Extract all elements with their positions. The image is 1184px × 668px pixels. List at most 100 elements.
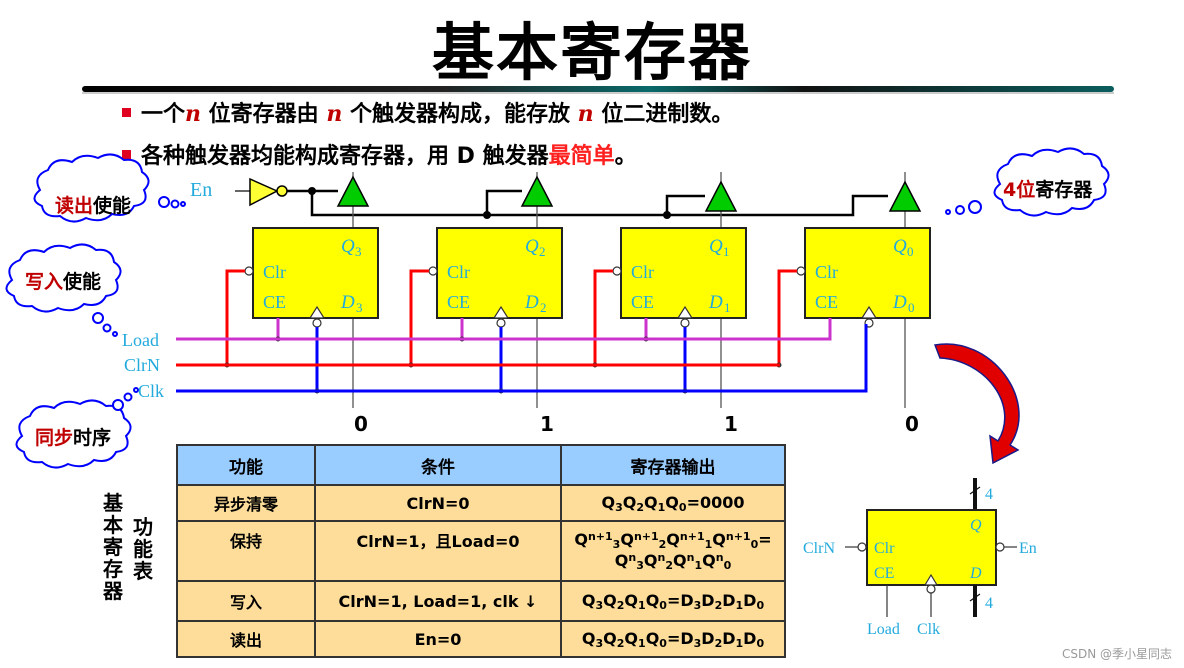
side-char: 存	[103, 557, 123, 581]
table-row: 异步清零 ClrN=0 Q3Q2Q1Q0=0000	[176, 484, 786, 522]
side-char: 功	[133, 515, 153, 539]
symbol-clr-label: Clr	[874, 540, 895, 557]
cell-function: 写入	[176, 580, 316, 622]
flipflop-d-subscript: 0	[908, 300, 915, 315]
side-char: 寄	[103, 535, 123, 559]
symbol-clrn-label: ClrN	[803, 540, 835, 557]
inverter-bubble	[276, 185, 288, 197]
signal-label-en: En	[190, 179, 212, 201]
function-table: 功能 条件 寄存器输出 异步清零 ClrN=0 Q3Q2Q1Q0=0000 保持…	[176, 444, 786, 658]
register-symbol: 4 Q Clr CE D ClrN En Load Clk 4	[803, 478, 1037, 638]
bus-width-top: 4	[985, 486, 993, 503]
flipflop-q-label: Q	[525, 236, 539, 257]
clrn-branch-wire	[593, 269, 613, 365]
cell-output: Q3Q2Q1Q0=0000	[560, 484, 786, 522]
callout-four-bit: 4位寄存器	[1003, 175, 1092, 202]
clock-bubble	[312, 318, 322, 328]
flipflop-q-subscript: 1	[723, 244, 730, 259]
bit-value-0: 0	[905, 412, 919, 436]
flipflop-ce-label: CE	[447, 292, 470, 312]
flipflop-ce-label: CE	[631, 292, 654, 312]
clr-bubble	[796, 266, 806, 276]
cell-function: 异步清零	[176, 484, 316, 522]
tristate-buffer-icon	[336, 175, 370, 207]
cell-output: Q3Q2Q1Q0=D3D2D1D0	[560, 620, 786, 658]
callout-text: 使能	[93, 195, 132, 217]
cell-condition: En=0	[314, 620, 562, 658]
flipflop-q-subscript: 2	[539, 244, 546, 259]
clrn-branch-wire	[225, 269, 245, 365]
clrn-branch-wire	[409, 269, 429, 365]
callout-red-text: 写入	[25, 271, 64, 293]
callout-read-enable: 读出使能	[55, 191, 131, 218]
tristate-buffer-icon	[704, 180, 738, 212]
clrn-branch-wire	[777, 269, 797, 365]
side-char: 器	[103, 579, 123, 603]
en-branch-wire	[665, 194, 705, 215]
callout-red-text: 读出	[55, 195, 94, 217]
callout-red-text: 同步	[35, 427, 74, 449]
clr-bubble	[612, 266, 622, 276]
bus-width-bottom: 4	[985, 595, 993, 612]
header-output: 寄存器输出	[560, 444, 786, 486]
flipflop-d-label: D	[524, 292, 539, 313]
en-branch-wire	[485, 189, 522, 215]
symbol-d-label: D	[969, 565, 982, 582]
bit-value-1: 1	[724, 412, 738, 436]
flipflop-ce-label: CE	[815, 292, 838, 312]
flipflop-d-subscript: 3	[356, 300, 363, 315]
symbol-load-label: Load	[867, 621, 900, 638]
tristate-buffer-icon	[520, 175, 554, 207]
header-function: 功能	[176, 444, 316, 486]
signal-label-clrn: ClrN	[124, 355, 160, 375]
callout-text: 寄存器	[1035, 179, 1093, 201]
flipflop-d-label: D	[708, 292, 723, 313]
table-header-row: 功能 条件 寄存器输出	[176, 444, 786, 486]
clr-bubble	[857, 542, 867, 552]
side-char: 表	[133, 559, 153, 583]
en-bus-wire	[310, 191, 487, 217]
flipflop-d-subscript: 2	[540, 300, 547, 315]
flipflop-clr-label: Clr	[263, 262, 286, 282]
clock-bubble	[496, 318, 506, 328]
flipflop-q-subscript: 0	[907, 244, 914, 259]
cell-output: Qn+13Qn+12Qn+11Qn+10= Qn3Qn2Qn1Qn0	[560, 520, 786, 582]
symbol-clk-label: Clk	[917, 621, 940, 638]
flipflop-q-label: Q	[341, 236, 355, 257]
callout-sync-timing: 同步时序	[35, 423, 111, 450]
callout-red-text: 4位	[1003, 179, 1036, 201]
side-char: 基	[103, 491, 123, 515]
table-row: 保持 ClrN=1，且Load=0 Qn+13Qn+12Qn+11Qn+10= Q…	[176, 520, 786, 582]
side-char: 本	[103, 513, 123, 537]
flipflop-q-label: Q	[709, 236, 723, 257]
flipflop-d-label: D	[340, 292, 355, 313]
cell-condition: ClrN=0	[314, 484, 562, 522]
clr-bubble	[428, 266, 438, 276]
inverter-icon	[249, 177, 279, 207]
table-row: 读出 En=0 Q3Q2Q1Q0=D3D2D1D0	[176, 620, 786, 658]
table-row: 写入 ClrN=1, Load=1, clk ↓ Q3Q2Q1Q0=D3D2D1…	[176, 580, 786, 622]
flipflop-clr-label: Clr	[815, 262, 838, 282]
callout-text: 使能	[63, 271, 102, 293]
flipflop-clr-label: Clr	[447, 262, 470, 282]
symbol-q-label: Q	[970, 517, 982, 534]
cell-condition: ClrN=1，且Load=0	[314, 520, 562, 582]
callout-text: 时序	[73, 427, 112, 449]
flipflop-ce-label: CE	[263, 292, 286, 312]
cell-output: Q3Q2Q1Q0=D3D2D1D0	[560, 580, 786, 622]
table-side-label-2: 功 能 表	[132, 516, 154, 582]
callout-write-enable: 写入使能	[25, 267, 101, 294]
tristate-buffer-icon	[888, 180, 922, 212]
bit-value-2: 1	[540, 412, 554, 436]
table-side-label-1: 基 本 寄 存 器	[102, 492, 124, 602]
bit-value-3: 0	[354, 412, 368, 436]
flipflop-d-label: D	[892, 292, 907, 313]
clock-bubble	[680, 318, 690, 328]
flipflop-q-label: Q	[893, 236, 907, 257]
clr-bubble	[244, 266, 254, 276]
curved-arrow-icon	[933, 343, 1020, 465]
cell-function: 读出	[176, 620, 316, 658]
symbol-en-label: En	[1019, 540, 1037, 557]
cell-condition: ClrN=1, Load=1, clk ↓	[314, 580, 562, 622]
signal-label-load: Load	[122, 330, 159, 350]
